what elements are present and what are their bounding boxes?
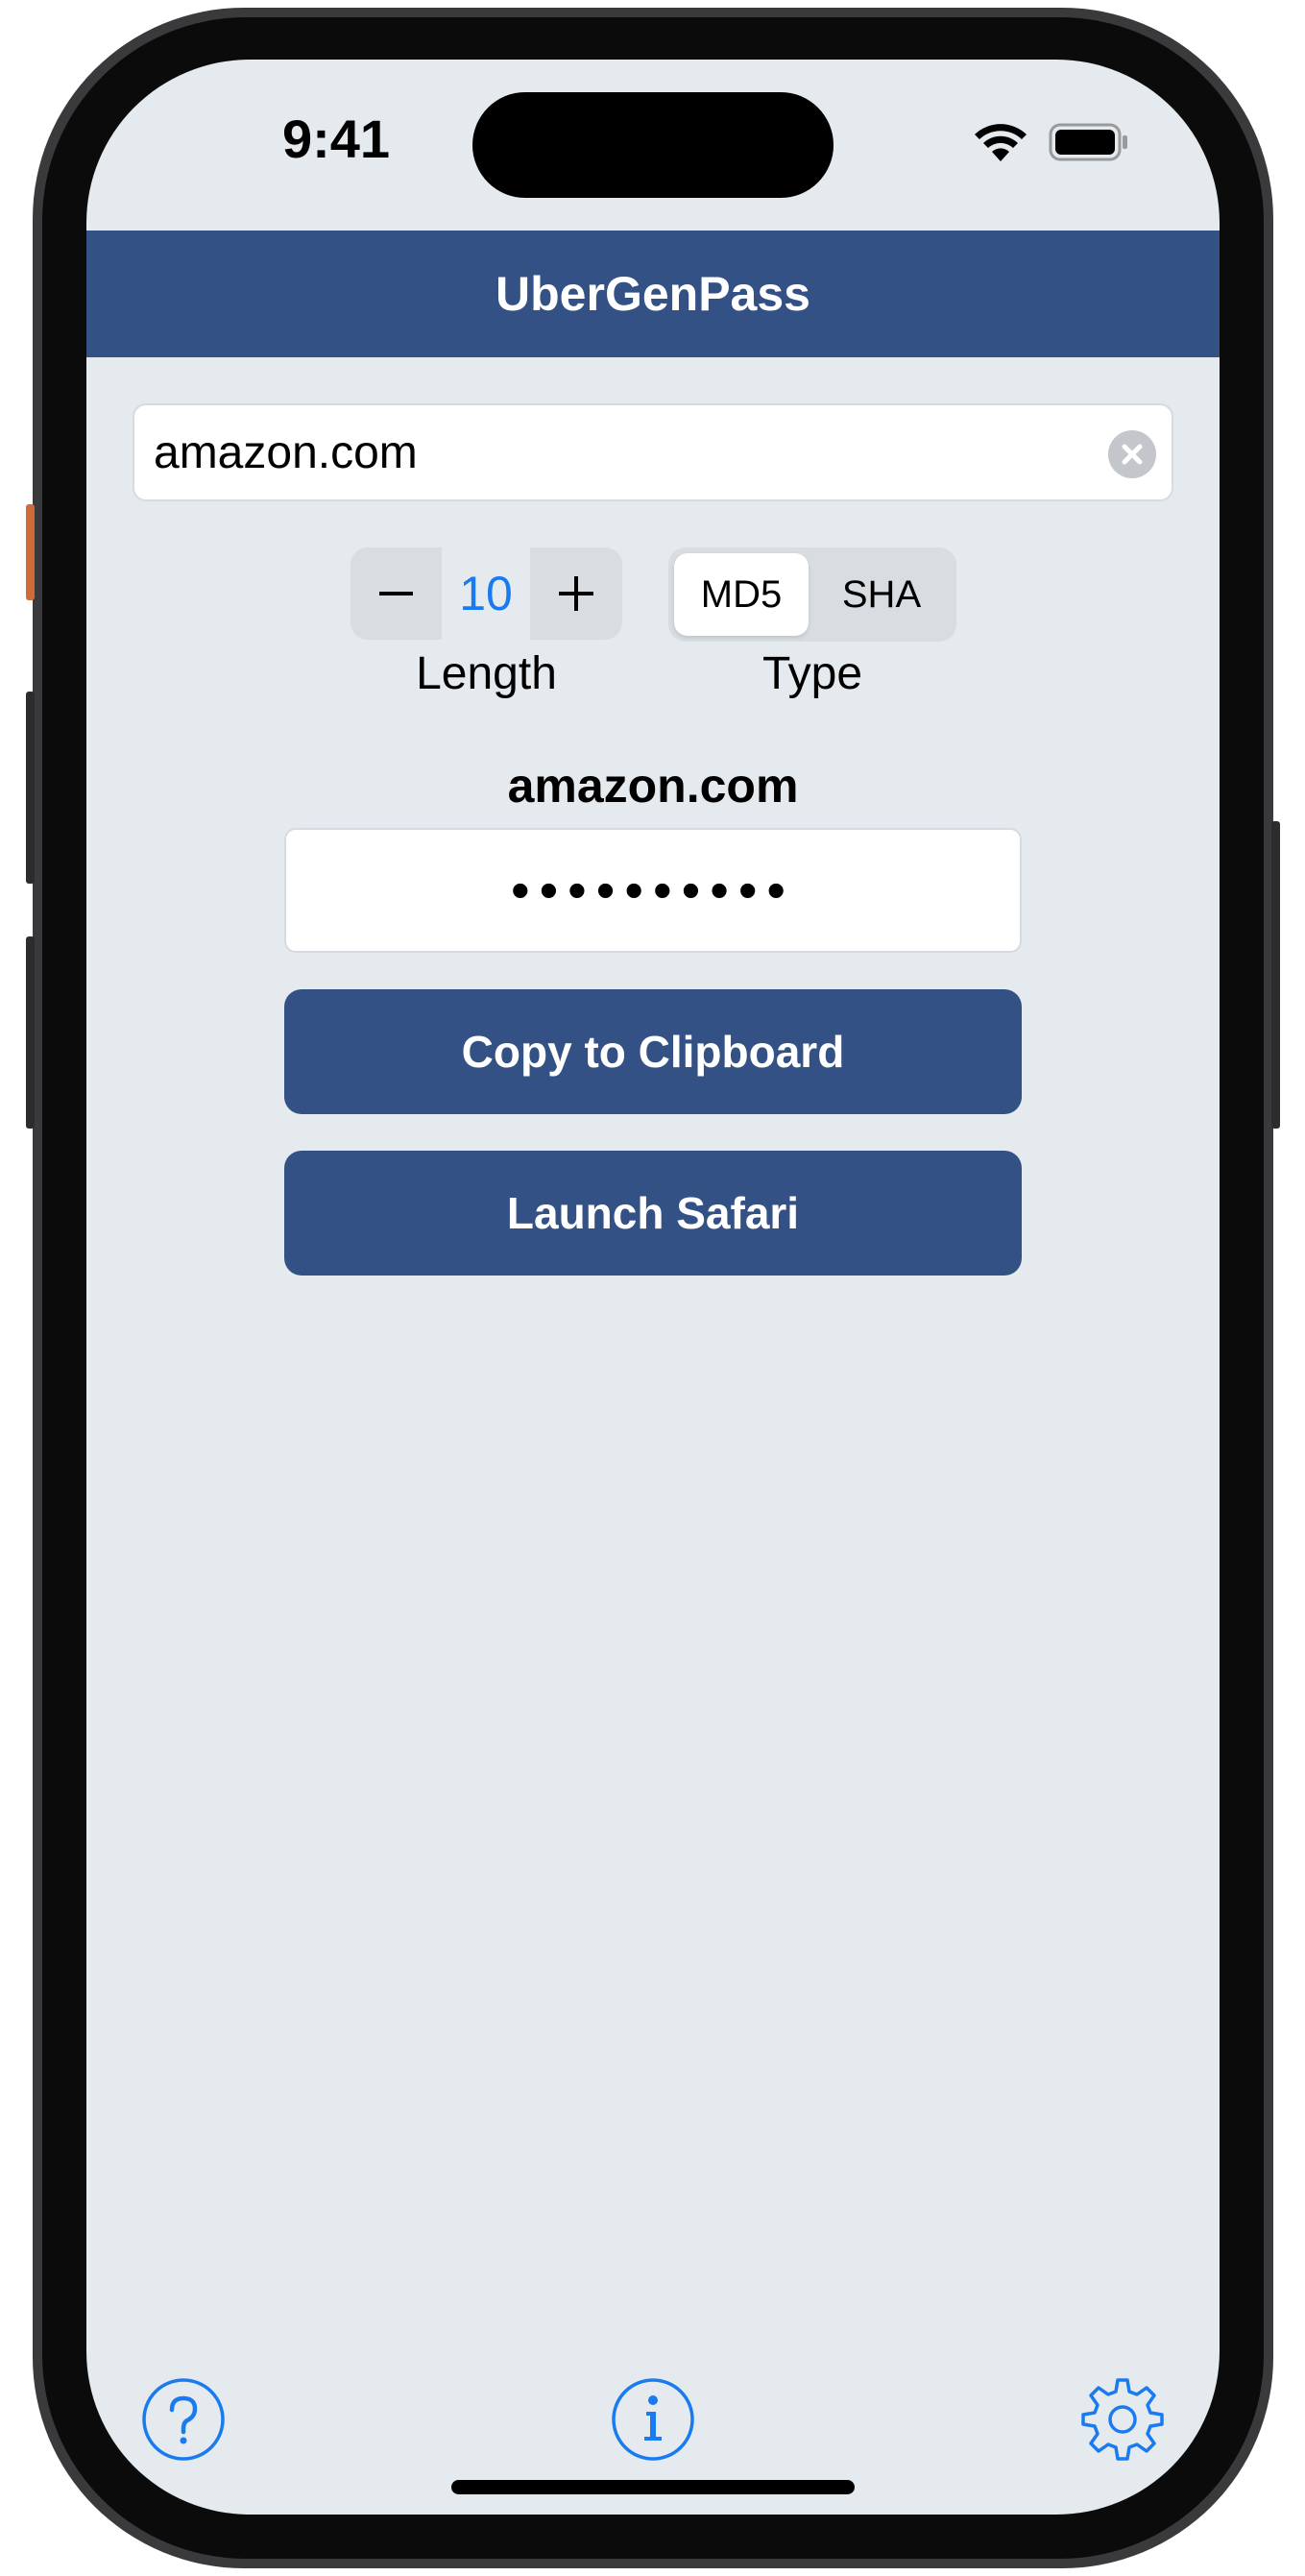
- type-segmented-control: MD5 SHA: [668, 547, 956, 642]
- length-value: 10: [442, 547, 530, 640]
- home-indicator: [451, 2480, 855, 2494]
- screen: 9:41 UberGenPass amazon.com 10 Length MD…: [86, 60, 1220, 2515]
- segment-sha[interactable]: SHA: [812, 553, 951, 636]
- copy-to-clipboard-button[interactable]: Copy to Clipboard: [284, 989, 1022, 1114]
- url-input-value: amazon.com: [154, 427, 418, 478]
- volume-up-hardware: [26, 692, 35, 884]
- plus-icon: [559, 576, 593, 611]
- navigation-bar: UberGenPass: [86, 231, 1220, 357]
- increment-button[interactable]: [530, 547, 622, 640]
- dynamic-island: [472, 92, 834, 198]
- url-input[interactable]: amazon.com: [133, 403, 1173, 501]
- gear-icon[interactable]: [1079, 2376, 1166, 2463]
- launch-safari-button[interactable]: Launch Safari: [284, 1151, 1022, 1276]
- power-button-hardware: [1271, 821, 1280, 1129]
- wifi-icon: [975, 124, 1027, 161]
- minus-icon: [379, 592, 413, 595]
- question-mark-icon[interactable]: [140, 2376, 227, 2463]
- volume-down-hardware: [26, 936, 35, 1129]
- status-time: 9:41: [281, 109, 391, 169]
- battery-icon: [1049, 123, 1127, 161]
- action-button-hardware: [26, 504, 35, 600]
- length-label: Length: [416, 648, 557, 699]
- decrement-button[interactable]: [350, 547, 442, 640]
- length-stepper: 10: [350, 547, 622, 640]
- type-label: Type: [761, 648, 863, 699]
- password-field[interactable]: ••••••••••: [284, 828, 1022, 953]
- domain-label: amazon.com: [507, 759, 799, 813]
- clear-icon[interactable]: [1108, 430, 1156, 478]
- nav-title: UberGenPass: [495, 267, 810, 321]
- info-icon[interactable]: [610, 2376, 696, 2463]
- segment-md5[interactable]: MD5: [674, 553, 809, 636]
